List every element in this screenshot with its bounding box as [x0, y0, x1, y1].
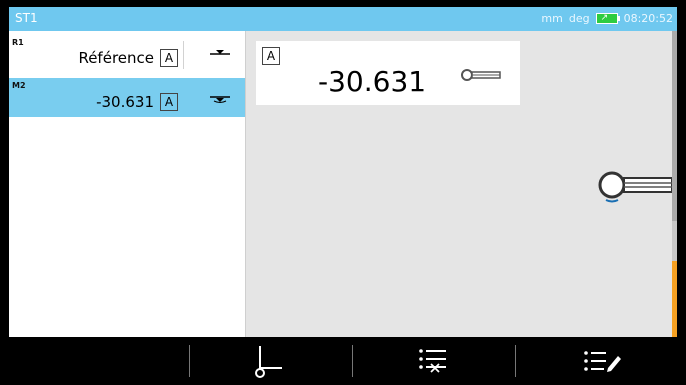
divider — [183, 41, 184, 69]
datum-badge: A — [262, 47, 280, 65]
clock: 08:20:52 — [623, 12, 673, 25]
feature-tag: R1 — [12, 38, 24, 47]
app-window: ST1 mm deg ↗ 08:20:52 R1 Référence A M2 … — [9, 7, 677, 337]
edit-list-button[interactable] — [572, 341, 632, 381]
list-item[interactable]: R1 Référence A — [9, 35, 245, 75]
list-delete-icon — [419, 349, 446, 373]
unit-length: mm — [541, 12, 563, 25]
value-card: A -30.631 — [256, 41, 520, 105]
scrollbar-thumb[interactable] — [672, 221, 677, 261]
reference-plane-icon[interactable] — [208, 45, 232, 63]
scrollbar-indicator — [672, 261, 677, 337]
divider — [352, 345, 353, 377]
probe-icon — [598, 171, 673, 203]
measure-plane-icon[interactable] — [208, 88, 232, 106]
delete-list-button[interactable] — [404, 341, 464, 381]
divider — [189, 345, 190, 377]
unit-angle: deg — [568, 12, 590, 25]
measurement-view: A -30.631 — [246, 31, 677, 337]
list-edit-icon — [584, 351, 621, 372]
title-bar: ST1 mm deg ↗ 08:20:52 — [9, 7, 677, 31]
measured-value: -30.631 — [318, 65, 427, 98]
divider — [515, 345, 516, 377]
window-title: ST1 — [15, 11, 38, 25]
list-item-selected[interactable]: M2 -30.631 A — [9, 78, 245, 117]
feature-label: Référence — [78, 49, 154, 67]
datum-badge: A — [160, 93, 178, 111]
probe-icon — [461, 69, 501, 81]
battery-icon: ↗ — [595, 13, 620, 24]
feature-tag: M2 — [12, 81, 26, 90]
feature-list: R1 Référence A M2 -30.631 A — [9, 31, 246, 337]
status-area: mm deg ↗ 08:20:52 — [541, 12, 673, 25]
datum-badge: A — [160, 49, 178, 67]
bottom-toolbar — [0, 337, 686, 385]
set-origin-button[interactable] — [236, 341, 296, 381]
feature-value: -30.631 — [96, 93, 154, 111]
origin-icon — [255, 346, 282, 378]
